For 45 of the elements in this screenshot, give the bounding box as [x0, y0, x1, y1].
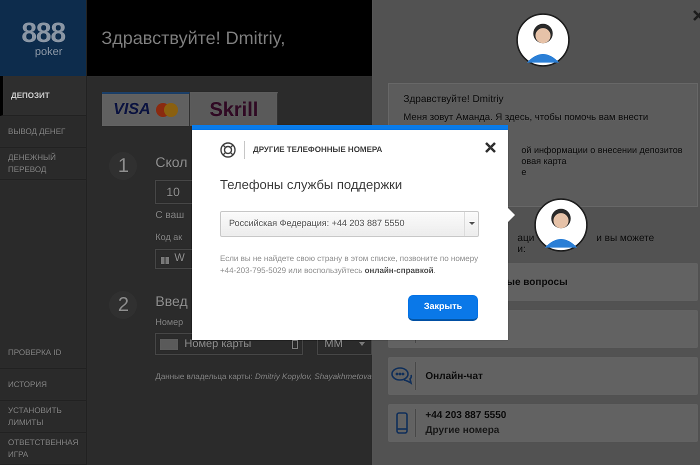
caret-icon — [468, 222, 474, 225]
payment-tab[interactable]: VISA — [102, 92, 190, 126]
dialog-title: Телефоны службы поддержки — [220, 176, 404, 194]
card-circles-icon — [154, 103, 179, 117]
card-icon — [160, 338, 178, 350]
prompt-text: и вы можете — [596, 233, 654, 244]
assistant-avatar — [516, 13, 570, 67]
hint-text: С ваш — [155, 209, 186, 223]
logo: 888 poker — [0, 0, 86, 76]
step-title: Скол — [155, 153, 188, 172]
bubble-text: е — [521, 167, 528, 178]
chat-bubbles-icon — [390, 367, 413, 385]
lifebuoy-icon — [220, 142, 236, 158]
nav-item[interactable]: ОТВЕТСТВЕННАЯ ИГРА — [0, 433, 86, 465]
bubble-text: ой информации о внесении депозитов — [521, 145, 683, 156]
close-button[interactable]: Закрыть — [408, 294, 478, 320]
step-title: Введ — [155, 292, 189, 311]
field-label: Код ак — [155, 231, 184, 244]
card-holder-text: Данные владельца карты: Dmitriy Kopylov, Shayakhmetova — [155, 371, 372, 383]
field-label: Номер — [155, 316, 184, 329]
step-number: 1 — [109, 152, 138, 180]
help-option[interactable]: Онлайн-чат — [388, 357, 698, 395]
bubble-text: Меня зовут Аманда. Я здесь, чтобы помочь вам внести — [403, 111, 650, 125]
step-number: 2 — [109, 290, 138, 318]
nav-item[interactable]: УСТАНОВИТЬ ЛИМИТЫ — [0, 401, 86, 433]
phone-icon — [396, 412, 408, 434]
assistant-avatar — [534, 198, 588, 252]
other-numbers-link[interactable]: Другие номера — [425, 423, 506, 438]
payment-tab[interactable]: Skrill — [190, 92, 278, 126]
greeting-heading: Здравствуйте! Dmitriy, — [101, 26, 286, 50]
dialog-heading: ДРУГИЕ ТЕЛЕФОННЫЕ НОМЕРА — [253, 144, 382, 156]
nav-item[interactable]: ПРОВЕРКА ID — [0, 337, 86, 369]
prompt-text: аци — [517, 233, 534, 244]
nav-item[interactable]: ДЕНЕЖНЫЙ ПЕРЕВОД — [0, 148, 86, 180]
bubble-greeting: Здравствуйте! Dmitriy — [403, 93, 505, 107]
country-select[interactable]: Российская Федерация: +44 203 887 5550 — [220, 210, 479, 236]
option-title: Онлайн-чат — [425, 370, 483, 384]
nav-item[interactable]: ДЕПОЗИТ — [0, 76, 86, 116]
nav-item[interactable]: ВЫВОД ДЕНЕГ — [0, 116, 86, 148]
nav-item[interactable]: ИСТОРИЯ — [0, 369, 86, 401]
option-title: +44 203 887 5550 — [425, 409, 506, 423]
prompt-text: и: — [517, 244, 527, 255]
bubble-text: овая карта — [521, 156, 568, 168]
close-icon[interactable] — [485, 142, 496, 153]
help-option[interactable]: +44 203 887 5550 Другие номера — [388, 404, 698, 442]
